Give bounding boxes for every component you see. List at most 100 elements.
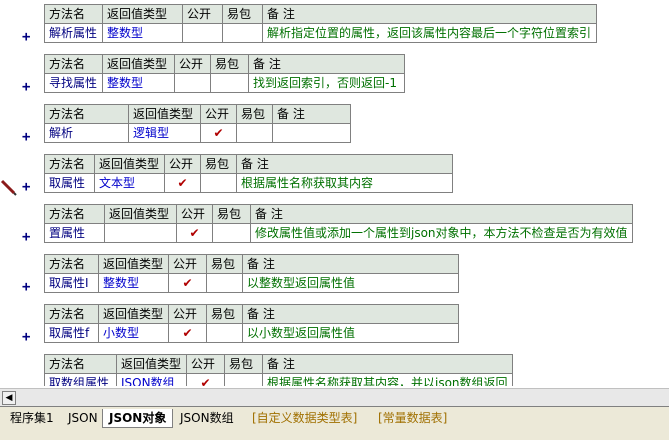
method-remark[interactable]: 解析指定位置的属性，返回该属性内容最后一个字符位置索引 xyxy=(262,23,597,43)
public-check[interactable]: ✔ xyxy=(168,323,207,343)
header-name: 方法名 xyxy=(44,54,103,74)
return-type[interactable] xyxy=(104,223,177,243)
edit-pencil-icon xyxy=(0,179,17,196)
expand-toggle[interactable]: + xyxy=(22,80,30,94)
method-block: + 方法名 返回值类型 公开 易包备 注 取属性f 小数型 ✔ 以小数型返回属性值 xyxy=(22,304,459,344)
method-table: 方法名 返回值类型 公开 易包备 注 置属性 ✔ 修改属性值或添加一个属性到json对象中… xyxy=(44,204,633,243)
public-check[interactable]: ✔ xyxy=(186,373,225,386)
expand-toggle[interactable]: + xyxy=(22,130,30,144)
header-public: 公开 xyxy=(200,104,237,124)
public-check[interactable]: ✔ xyxy=(164,173,201,193)
tab-custom-types[interactable]: [自定义数据类型表] xyxy=(246,409,363,427)
expand-toggle[interactable]: + xyxy=(22,330,30,344)
method-remark[interactable] xyxy=(272,123,351,143)
method-block: + 方法名 返回值类型 公开 易包备 注 取属性 文本型 ✔ 根据属性名称获取其内容 xyxy=(0,154,453,196)
method-name[interactable]: 取属性 xyxy=(44,173,95,193)
header-name: 方法名 xyxy=(44,254,99,274)
header-remark: 备 注 xyxy=(262,4,597,24)
header-rtype: 返回值类型 xyxy=(94,154,165,174)
tab-program-set[interactable]: 程序集1 xyxy=(4,409,60,427)
easy-cell[interactable] xyxy=(224,373,263,386)
header-rtype: 返回值类型 xyxy=(98,304,169,324)
method-remark[interactable]: 找到返回索引，否则返回-1 xyxy=(248,73,405,93)
easy-cell[interactable] xyxy=(200,173,237,193)
method-name[interactable]: 置属性 xyxy=(44,223,105,243)
method-remark[interactable]: 根据属性名称获取其内容 xyxy=(236,173,453,193)
method-name[interactable]: 寻找属性 xyxy=(44,73,103,93)
header-rtype: 返回值类型 xyxy=(98,254,169,274)
header-public: 公开 xyxy=(174,54,211,74)
method-block: + 方法名 返回值类型 公开 易包备 注 置属性 ✔ 修改属性值或添加一个属性到json对… xyxy=(22,204,633,244)
return-type[interactable]: 整数型 xyxy=(98,273,169,293)
return-type[interactable]: 整数型 xyxy=(102,23,183,43)
tab-bar: 程序集1 JSON JSON对象 JSON数组 [自定义数据类型表] [常量数据… xyxy=(0,406,669,440)
easy-cell[interactable] xyxy=(210,73,249,93)
return-type[interactable]: 整数型 xyxy=(102,73,175,93)
header-rtype: 返回值类型 xyxy=(102,54,175,74)
method-table: 方法名 返回值类型 公开 易包备 注 解析 逻辑型 ✔ xyxy=(44,104,351,143)
header-rtype: 返回值类型 xyxy=(102,4,183,24)
method-name[interactable]: 取属性I xyxy=(44,273,99,293)
method-table: 方法名 返回值类型 公开 易包备 注 取属性 文本型 ✔ 根据属性名称获取其内容 xyxy=(44,154,453,193)
easy-cell[interactable] xyxy=(206,273,243,293)
header-remark: 备 注 xyxy=(272,104,351,124)
tab-json[interactable]: JSON xyxy=(62,409,104,427)
method-block: + 方法名 返回值类型 公开 易包备 注 寻找属性 整数型 找到返回索引，否则返回-1 xyxy=(22,54,405,94)
header-name: 方法名 xyxy=(44,304,99,324)
public-check[interactable]: ✔ xyxy=(200,123,237,143)
method-remark[interactable]: 修改属性值或添加一个属性到json对象中，本方法不检查是否为有效值 xyxy=(250,223,633,243)
method-remark[interactable]: 以整数型返回属性值 xyxy=(242,273,459,293)
easy-cell[interactable] xyxy=(236,123,273,143)
header-public: 公开 xyxy=(168,254,207,274)
tab-constants[interactable]: [常量数据表] xyxy=(372,409,453,427)
return-type[interactable]: JSON数组 xyxy=(116,373,187,386)
return-type[interactable]: 逻辑型 xyxy=(128,123,201,143)
scroll-left-arrow-icon[interactable]: ◀ xyxy=(2,391,16,405)
header-remark: 备 注 xyxy=(248,54,405,74)
header-easy: 易包 xyxy=(206,304,243,324)
tab-json-array[interactable]: JSON数组 xyxy=(174,409,240,427)
public-check[interactable]: ✔ xyxy=(176,223,213,243)
method-block: + 方法名 返回值类型 公开 易包备 注 解析属性 整数型 解析指定位置的属性，返回该属性… xyxy=(22,4,597,44)
header-remark: 备 注 xyxy=(262,354,513,374)
public-check[interactable] xyxy=(174,73,211,93)
header-rtype: 返回值类型 xyxy=(128,104,201,124)
header-name: 方法名 xyxy=(44,104,129,124)
easy-cell[interactable] xyxy=(206,323,243,343)
return-type[interactable]: 小数型 xyxy=(98,323,169,343)
method-table: 方法名 返回值类型 公开 易包备 注 取属性f 小数型 ✔ 以小数型返回属性值 xyxy=(44,304,459,343)
horizontal-scrollbar[interactable]: ◀ xyxy=(0,388,669,407)
easy-cell[interactable] xyxy=(222,23,263,43)
public-check[interactable]: ✔ xyxy=(168,273,207,293)
header-public: 公开 xyxy=(164,154,201,174)
easy-cell[interactable] xyxy=(212,223,251,243)
header-name: 方法名 xyxy=(44,204,105,224)
header-remark: 备 注 xyxy=(242,304,459,324)
header-public: 公开 xyxy=(168,304,207,324)
expand-toggle[interactable]: + xyxy=(22,230,30,244)
method-remark[interactable]: 以小数型返回属性值 xyxy=(242,323,459,343)
header-rtype: 返回值类型 xyxy=(116,354,187,374)
header-easy: 易包 xyxy=(224,354,263,374)
method-name[interactable]: 取属性f xyxy=(44,323,99,343)
method-name[interactable]: 取数组属性 xyxy=(44,373,117,386)
method-name[interactable]: 解析 xyxy=(44,123,129,143)
header-easy: 易包 xyxy=(206,254,243,274)
tab-json-object[interactable]: JSON对象 xyxy=(102,409,174,428)
method-block: + 方法名 返回值类型 公开 易包备 注 解析 逻辑型 ✔ xyxy=(22,104,351,144)
public-check[interactable] xyxy=(182,23,223,43)
header-remark: 备 注 xyxy=(236,154,453,174)
header-name: 方法名 xyxy=(44,4,103,24)
method-remark[interactable]: 根据属性名称获取其内容，并以json数组返回 xyxy=(262,373,513,386)
header-easy: 易包 xyxy=(212,204,251,224)
expand-toggle[interactable]: + xyxy=(22,30,30,44)
method-name[interactable]: 解析属性 xyxy=(44,23,103,43)
expand-toggle[interactable]: + xyxy=(22,280,30,294)
return-type[interactable]: 文本型 xyxy=(94,173,165,193)
method-block: + 方法名 返回值类型 公开 易包备 注 取属性I 整数型 ✔ 以整数型返回属性值 xyxy=(22,254,459,294)
method-table: 方法名 返回值类型 公开 易包备 注 寻找属性 整数型 找到返回索引，否则返回-1 xyxy=(44,54,405,93)
header-easy: 易包 xyxy=(236,104,273,124)
method-table: 方法名 返回值类型 公开 易包备 注 取数组属性 JSON数组 ✔ 根据属性名称获取其内容，… xyxy=(44,354,513,386)
expand-toggle[interactable]: + xyxy=(22,180,30,194)
header-name: 方法名 xyxy=(44,354,117,374)
